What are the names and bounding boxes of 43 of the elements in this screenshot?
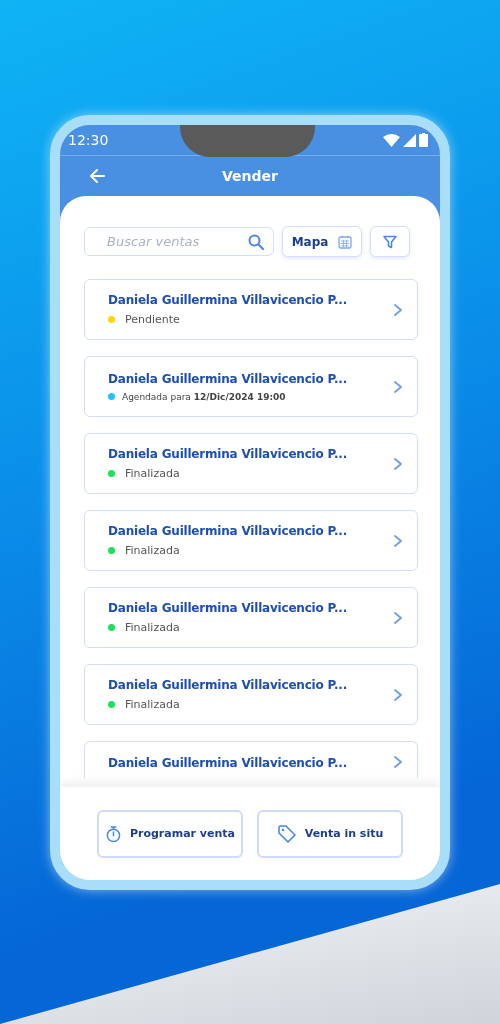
sale-card[interactable]: Daniela Guillermina Villavicencio P...	[84, 741, 418, 778]
sale-card[interactable]: Daniela Guillermina Villavicencio P... Finalizada	[84, 587, 418, 648]
stopwatch-icon	[105, 824, 122, 843]
action-button[interactable]: Programar venta	[97, 809, 243, 858]
status-label: Finalizada	[125, 467, 180, 480]
filter-button[interactable]	[370, 226, 410, 257]
sale-card[interactable]: Daniela Guillermina Villavicencio P... Finalizada	[84, 664, 418, 725]
customer-name: Daniela Guillermina Villavicencio P...	[108, 678, 349, 692]
sale-card[interactable]: Daniela Guillermina Villavicencio P... Pendiente	[84, 279, 418, 340]
sale-card[interactable]: Daniela Guillermina Villavicencio P... Agendada para 12/Dic/2024 19:00	[84, 356, 418, 417]
wifi-icon	[383, 133, 400, 147]
status-label: Finalizada	[125, 621, 180, 634]
filter-icon	[383, 234, 397, 249]
chevron-right-icon	[393, 534, 403, 547]
search-field[interactable]: Buscar ventas	[84, 227, 274, 256]
sale-card[interactable]: Daniela Guillermina Villavicencio P... Finalizada	[84, 510, 418, 571]
customer-name: Daniela Guillermina Villavicencio P...	[108, 371, 349, 386]
chevron-right-icon	[393, 756, 403, 768]
customer-name: Daniela Guillermina Villavicencio P...	[108, 293, 349, 307]
chevron-right-icon	[393, 688, 403, 701]
calendar-icon	[338, 234, 353, 249]
customer-name: Daniela Guillermina Villavicencio P...	[108, 756, 349, 770]
customer-name: Daniela Guillermina Villavicencio P...	[108, 447, 349, 461]
back-button[interactable]	[88, 166, 108, 186]
customer-name: Daniela Guillermina Villavicencio P...	[108, 524, 349, 538]
screen-title: Vender	[222, 168, 278, 184]
search-icon	[248, 234, 264, 250]
status-time: 12:30	[68, 132, 109, 148]
chevron-right-icon	[393, 457, 403, 470]
action-button[interactable]: Venta in situ	[257, 809, 403, 858]
chevron-right-icon	[393, 303, 403, 316]
signal-icon	[403, 133, 416, 147]
status-label: Pendiente	[125, 313, 180, 326]
customer-name: Daniela Guillermina Villavicencio P...	[108, 601, 349, 615]
status-label: Agendada para 12/Dic/2024 19:00	[122, 391, 286, 402]
chevron-right-icon	[393, 380, 403, 393]
chevron-right-icon	[393, 611, 403, 624]
map-button[interactable]: Mapa	[282, 226, 362, 257]
sale-card[interactable]: Daniela Guillermina Villavicencio P... Finalizada	[84, 433, 418, 494]
battery-icon	[419, 133, 428, 147]
status-label: Finalizada	[125, 544, 180, 557]
tag-icon	[276, 823, 297, 844]
status-label: Finalizada	[125, 698, 180, 711]
